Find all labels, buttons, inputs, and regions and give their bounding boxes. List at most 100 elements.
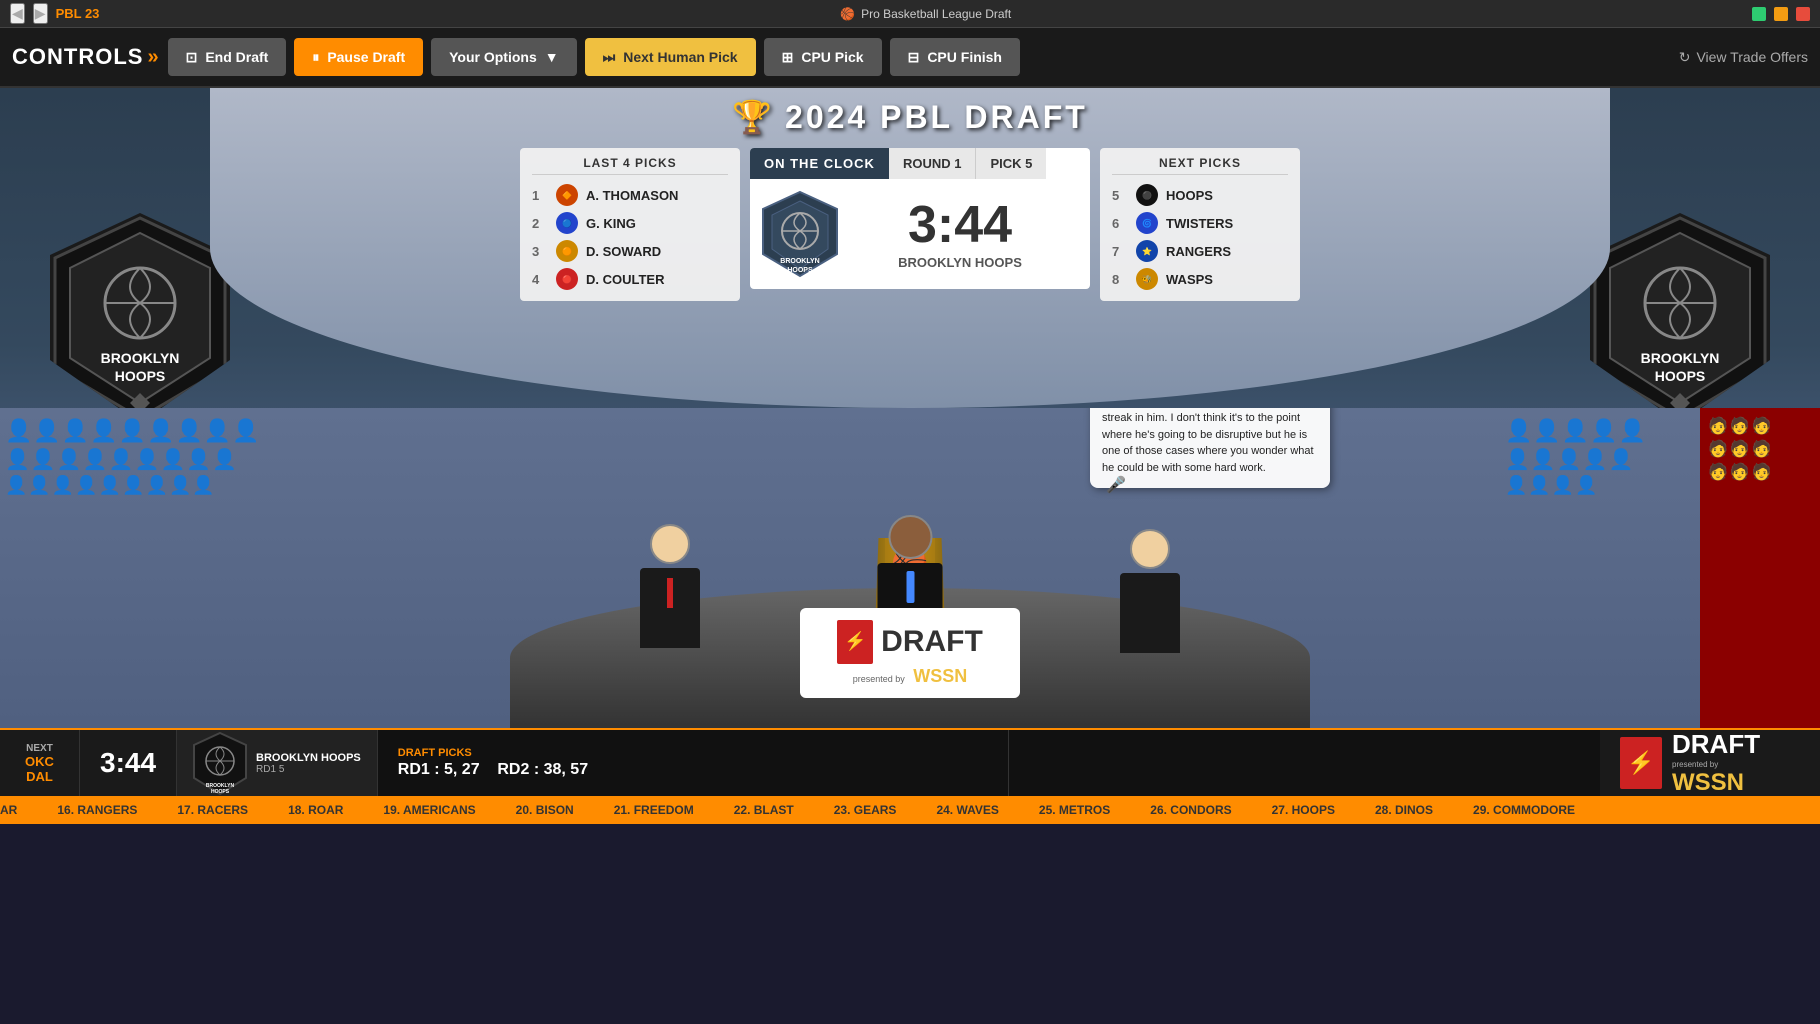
audience-figures: 👤👤👤 👤👤👤 👤👤👤 xyxy=(5,418,260,444)
clock-team-shield: BROOKLYN HOOPS xyxy=(760,189,840,279)
next-pick-7-logo: ⭐ xyxy=(1136,240,1158,262)
last-picks-title: LAST 4 PICKS xyxy=(532,156,728,175)
svg-text:HOOPS: HOOPS xyxy=(1655,368,1706,384)
left-audience: 👤👤👤 👤👤👤 👤👤👤 👤👤👤 👤👤👤 👤👤👤 👤👤👤 👤👤👤 👤👤👤 xyxy=(0,408,260,728)
wssn-logo: WSSN xyxy=(913,666,967,686)
ticker-item-28: 28. DINOS xyxy=(1375,803,1433,817)
pick-1-logo: 🔶 xyxy=(556,184,578,206)
cpu-icon: ⊞ xyxy=(782,49,794,66)
pause-icon: ⏸ xyxy=(312,49,319,66)
svg-text:BROOKLYN: BROOKLYN xyxy=(780,258,819,265)
chevrons-icon: » xyxy=(147,46,159,69)
sponsor-logo-mark: ⚡ xyxy=(837,620,873,664)
speech-bubble: As much as his coach tried to avoid the … xyxy=(1090,408,1330,488)
pick-row-3: 3 🟠 D. SOWARD xyxy=(532,237,728,265)
draft-text: DRAFT xyxy=(881,625,983,659)
draft-picks-rd1: RD1 : 5, 27 RD2 : 38, 57 xyxy=(398,761,989,779)
audience-row-1: 👤👤👤 👤👤👤 👤👤👤 xyxy=(5,418,255,444)
clock-team: BROOKLYN HOOPS xyxy=(840,255,1080,270)
app-logo: PBL 23 xyxy=(56,6,100,21)
arena-arch: 🏆 2024 PBL DRAFT LAST 4 PICKS 1 🔶 A. THO… xyxy=(210,88,1610,408)
status-shield-logo: BROOKLYN HOOPS xyxy=(193,731,248,796)
status-bar: NEXT OKC DAL 3:44 BROOKLYN HOOPS BROOKLY… xyxy=(0,728,1820,796)
status-team-logo: BROOKLYN HOOPS BROOKLYN HOOPS RD1 5 xyxy=(177,730,378,796)
tie xyxy=(667,578,673,608)
status-draft-picks: DRAFT PICKS RD1 : 5, 27 RD2 : 38, 57 xyxy=(378,730,1010,796)
commentator-center-head xyxy=(888,515,932,559)
ticker-item-22: 22. BLAST xyxy=(734,803,794,817)
ticker-item-17: 17. RACERS xyxy=(177,803,248,817)
back-button[interactable]: ◀ xyxy=(10,3,25,24)
svg-text:HOOPS: HOOPS xyxy=(115,368,166,384)
wssn-logo-bottom: WSSN xyxy=(1672,769,1760,797)
pick-row-2: 2 🔵 G. KING xyxy=(532,209,728,237)
ticker-item-29: 29. COMMODORE xyxy=(1473,803,1575,817)
next-pick-8-logo: 🐝 xyxy=(1136,268,1158,290)
draft-title-icon: 🏆 xyxy=(732,98,775,136)
pick-2-logo: 🔵 xyxy=(556,212,578,234)
commentator-left-head xyxy=(650,524,690,564)
ticker-item-20: 20. BISON xyxy=(516,803,574,817)
status-timer: 3:44 xyxy=(80,730,177,796)
minimize-button[interactable] xyxy=(1752,7,1766,21)
maximize-button[interactable] xyxy=(1774,7,1788,21)
right-shield: BROOKLYN HOOPS xyxy=(1590,213,1770,423)
microphone-icon: 🎤 xyxy=(1106,474,1126,498)
clock-body: BROOKLYN HOOPS 3:44 BROOKLYN HOOPS xyxy=(750,179,1090,289)
your-options-button[interactable]: Your Options ▼ xyxy=(431,38,576,76)
draft-sponsor-box: ⚡ DRAFT presented by WSSN xyxy=(800,608,1020,698)
tie-blue xyxy=(906,571,914,603)
next-picks-title: NEXT PICKS xyxy=(1112,156,1288,175)
ticker: AR 16. RANGERS 17. RACERS 18. ROAR 19. A… xyxy=(0,796,1820,824)
ticker-item-23: 23. GEARS xyxy=(834,803,897,817)
forward-button[interactable]: ▶ xyxy=(33,3,48,24)
window-controls xyxy=(1752,7,1810,21)
red-seats: 🧑🧑🧑 🧑🧑🧑 🧑🧑🧑 xyxy=(1700,408,1820,728)
next-pick-6: 6 🌀 TWISTERS xyxy=(1112,209,1288,237)
clock-time-section: 3:44 BROOKLYN HOOPS xyxy=(840,199,1080,270)
commentator-left-body xyxy=(640,568,700,648)
cpu-finish-button[interactable]: ⊟ CPU Finish xyxy=(890,38,1020,76)
end-draft-button[interactable]: ⊡ End Draft xyxy=(168,38,287,76)
ticker-item-21: 21. FREEDOM xyxy=(614,803,694,817)
next-human-pick-button[interactable]: ⏭ Next Human Pick xyxy=(585,38,756,76)
commentator-right-body xyxy=(1120,573,1180,653)
next-pick-5-logo: ⚫ xyxy=(1136,184,1158,206)
audience-row-2: 👤👤👤 👤👤👤 👤👤👤 xyxy=(5,447,255,472)
audience-area: 👤👤👤 👤👤👤 👤👤👤 👤👤👤 👤👤👤 👤👤👤 👤👤👤 👤👤👤 👤👤👤 xyxy=(0,408,1820,728)
next-pick-5: 5 ⚫ HOOPS xyxy=(1112,181,1288,209)
commentator-right-head xyxy=(1130,529,1170,569)
svg-text:BROOKLYN: BROOKLYN xyxy=(101,350,180,366)
svg-text:BROOKLYN: BROOKLYN xyxy=(1641,350,1720,366)
round-label: ROUND 1 xyxy=(889,148,977,179)
cpu-pick-button[interactable]: ⊞ CPU Pick xyxy=(764,38,882,76)
ticker-item-27: 27. HOOPS xyxy=(1272,803,1335,817)
audience-row-3: 👤👤👤 👤👤👤 👤👤👤 xyxy=(5,475,255,496)
commentator-left xyxy=(640,524,700,648)
bottom-logo-mark: ⚡ xyxy=(1620,737,1662,789)
pick-row-4: 4 🔴 D. COULTER xyxy=(532,265,728,293)
svg-text:HOOPS: HOOPS xyxy=(787,267,813,274)
on-clock-label: ON THE CLOCK xyxy=(750,148,889,179)
next-pick-6-logo: 🌀 xyxy=(1136,212,1158,234)
next-picks-panel: NEXT PICKS 5 ⚫ HOOPS 6 🌀 TWISTERS 7 ⭐ RA… xyxy=(1100,148,1300,301)
ticker-content: AR 16. RANGERS 17. RACERS 18. ROAR 19. A… xyxy=(0,803,1575,817)
left-shield: BROOKLYN HOOPS xyxy=(50,213,230,423)
clock-panel: ON THE CLOCK ROUND 1 PICK 5 BROOKLYN HOO… xyxy=(750,148,1090,289)
ticker-item-18: 18. ROAR xyxy=(288,803,343,817)
pick-4-logo: 🔴 xyxy=(556,268,578,290)
view-trade-offers[interactable]: ↻ View Trade Offers xyxy=(1679,49,1808,66)
window-title: 🏀 Pro Basketball League Draft xyxy=(840,7,1011,21)
fast-forward-icon: ⏭ xyxy=(603,49,616,66)
title-bar: ◀ ▶ PBL 23 🏀 Pro Basketball League Draft xyxy=(0,0,1820,28)
close-button[interactable] xyxy=(1796,7,1810,21)
ticker-item-19: 19. AMERICANS xyxy=(383,803,475,817)
pause-draft-button[interactable]: ⏸ Pause Draft xyxy=(294,38,423,76)
window-title-icon: 🏀 xyxy=(840,7,855,21)
right-audience-main: 👤👤👤 👤👤 👤👤👤 👤👤 👤👤👤 👤 xyxy=(1500,408,1690,728)
clock-header: ON THE CLOCK ROUND 1 PICK 5 xyxy=(750,148,1090,179)
next-pick-8: 8 🐝 WASPS xyxy=(1112,265,1288,293)
pick-row-1: 1 🔶 A. THOMASON xyxy=(532,181,728,209)
last-picks-panel: LAST 4 PICKS 1 🔶 A. THOMASON 2 🔵 G. KING… xyxy=(520,148,740,301)
info-panels: LAST 4 PICKS 1 🔶 A. THOMASON 2 🔵 G. KING… xyxy=(520,148,1300,301)
